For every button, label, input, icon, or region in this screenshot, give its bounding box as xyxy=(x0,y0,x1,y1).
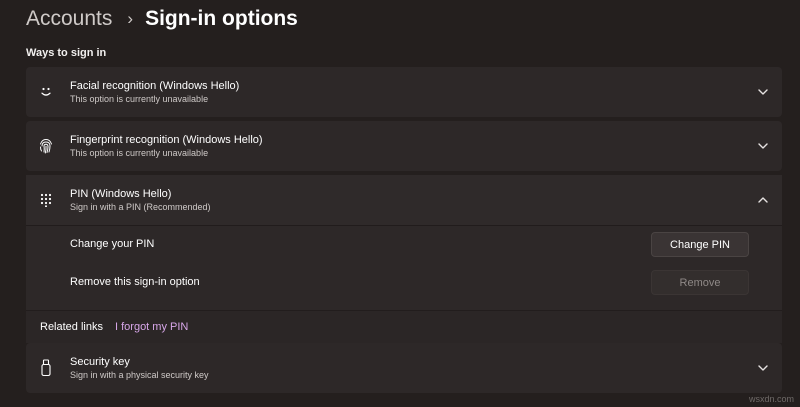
keypad-icon xyxy=(36,190,56,210)
forgot-pin-link[interactable]: I forgot my PIN xyxy=(115,321,188,333)
fingerprint-subtitle: This option is currently unavailable xyxy=(70,148,209,158)
chevron-up-icon[interactable] xyxy=(756,193,770,207)
pin-card-header[interactable]: PIN (Windows Hello) Sign in with a PIN (… xyxy=(26,175,782,226)
breadcrumb: Accounts › Sign-in options xyxy=(26,4,298,34)
security-key-title: Security key xyxy=(70,356,130,368)
page-title: Sign-in options xyxy=(145,7,298,30)
fingerprint-recognition-card[interactable]: Fingerprint recognition (Windows Hello) … xyxy=(26,121,782,171)
usb-key-icon xyxy=(36,358,56,378)
change-pin-label: Change your PIN xyxy=(70,238,155,250)
chevron-down-icon[interactable] xyxy=(756,139,770,153)
related-links-label: Related links xyxy=(40,321,103,333)
watermark: wsxdn.com xyxy=(748,394,794,404)
facial-recognition-card[interactable]: Facial recognition (Windows Hello) This … xyxy=(26,67,782,117)
change-pin-button[interactable]: Change PIN xyxy=(651,232,749,257)
smile-face-icon xyxy=(36,82,56,102)
section-label: Ways to sign in xyxy=(26,47,107,59)
facial-recognition-subtitle: This option is currently unavailable xyxy=(70,94,209,104)
pin-card: PIN (Windows Hello) Sign in with a PIN (… xyxy=(26,175,782,343)
breadcrumb-separator: › xyxy=(127,9,134,28)
fingerprint-icon xyxy=(36,136,56,156)
related-links: Related links I forgot my PIN xyxy=(26,310,782,343)
fingerprint-title: Fingerprint recognition (Windows Hello) xyxy=(70,134,263,146)
chevron-down-icon[interactable] xyxy=(756,361,770,375)
facial-recognition-title: Facial recognition (Windows Hello) xyxy=(70,80,240,92)
security-key-card[interactable]: Security key Sign in with a physical sec… xyxy=(26,343,782,393)
remove-pin-label: Remove this sign-in option xyxy=(70,276,200,288)
remove-pin-button[interactable]: Remove xyxy=(651,270,749,295)
security-key-subtitle: Sign in with a physical security key xyxy=(70,370,209,380)
chevron-down-icon[interactable] xyxy=(756,85,770,99)
change-pin-row: Change your PIN Change PIN xyxy=(26,226,782,264)
pin-subtitle: Sign in with a PIN (Recommended) xyxy=(70,202,211,212)
pin-title: PIN (Windows Hello) xyxy=(70,188,172,200)
breadcrumb-accounts[interactable]: Accounts xyxy=(26,7,112,31)
remove-pin-row: Remove this sign-in option Remove xyxy=(26,264,782,302)
